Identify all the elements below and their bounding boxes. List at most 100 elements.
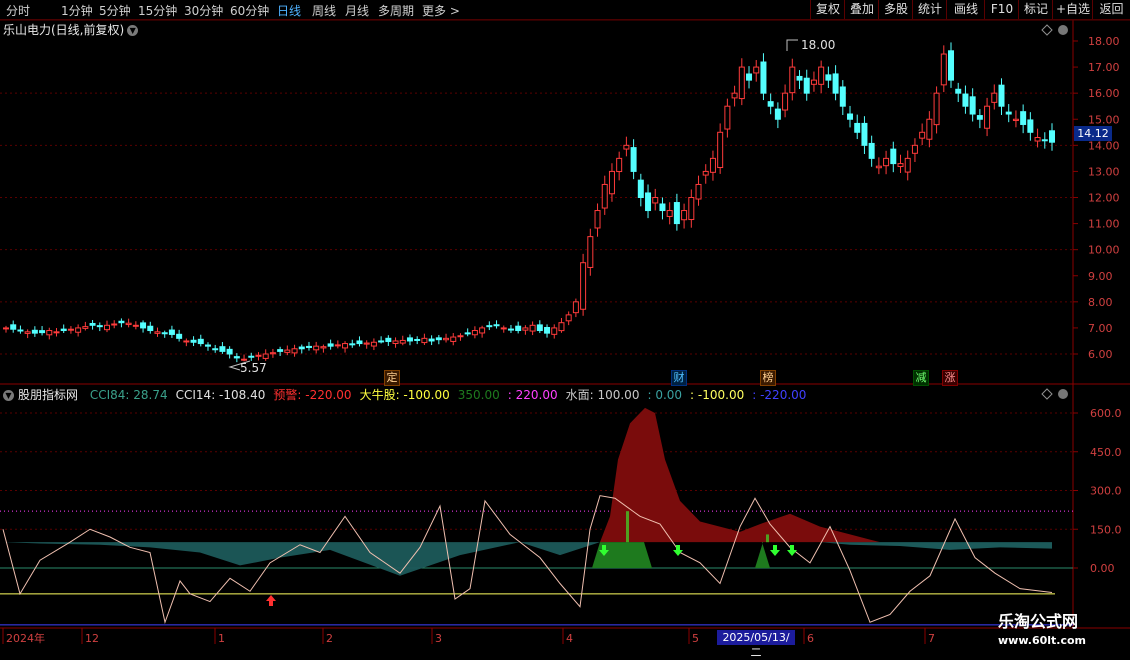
price-tick-label: 9.00 [1088, 270, 1113, 283]
candle-body [385, 337, 392, 342]
indicator-axis: 600.0 450.0 300.0 150.0 0.00 [1073, 407, 1122, 575]
candle-body [457, 335, 464, 338]
diamond-icon[interactable] [1041, 388, 1053, 400]
candle-body [753, 66, 760, 74]
candle-body [305, 345, 312, 348]
candle-body [601, 183, 608, 209]
event-marker[interactable]: 减 [913, 370, 929, 386]
candle-body [471, 330, 478, 336]
candle-body [536, 324, 543, 332]
candle-body [507, 328, 514, 331]
candle-body [948, 50, 955, 81]
event-marker[interactable]: 榜 [760, 370, 776, 386]
chevron-down-icon[interactable]: ▼ [3, 390, 14, 401]
price-tick-label: 16.00 [1088, 87, 1120, 100]
indicator-tick-label: 450.0 [1090, 446, 1122, 459]
date-tick-label: 3 [435, 632, 442, 645]
candle-body [233, 356, 240, 359]
chart-canvas: 18.0017.0016.0015.0014.0013.0012.0011.00… [0, 19, 1130, 645]
candle-body [919, 131, 926, 139]
indicator-values: CCI84: 28.74 CCI14: -108.40 预警: -220.00 大牛股… [90, 388, 815, 402]
settings-icon[interactable] [1058, 25, 1068, 35]
indicator-value: CCI84: 28.74 [89, 388, 168, 402]
candle-body [630, 147, 637, 172]
candle-body [269, 352, 276, 355]
watermark: 乐淘公式网 www.60lt.com [998, 608, 1086, 647]
candle-body [298, 346, 305, 350]
cci84-area [600, 407, 880, 543]
watermark-title: 乐淘公式网 [998, 612, 1079, 631]
event-marker[interactable]: 定 [384, 370, 400, 386]
candle-body [717, 131, 724, 169]
candle-body [111, 323, 118, 326]
candle-body [998, 84, 1005, 107]
candle-body [176, 333, 183, 339]
candle-body [681, 210, 688, 221]
candle-body [1041, 139, 1048, 142]
date-tick-label: 2024年 [6, 631, 45, 645]
indicator-value: 预警: -220.00 [273, 388, 352, 402]
candle-body [31, 329, 38, 334]
event-marker[interactable]: 财 [671, 370, 687, 386]
candle-body [183, 340, 190, 343]
price-tick-label: 13.00 [1088, 165, 1120, 178]
candle-body [558, 322, 565, 332]
price-tick-label: 6.00 [1088, 348, 1113, 361]
date-tick-label: 6 [807, 632, 814, 645]
candle-body [976, 115, 983, 120]
candle-body [695, 183, 702, 200]
candle-body [796, 75, 803, 81]
candle-body [731, 92, 738, 99]
candle-body [868, 142, 875, 159]
indicator-tick-label: 0.00 [1090, 562, 1115, 575]
candle-body [277, 349, 284, 352]
candle-body [746, 73, 753, 81]
indicator-name: 股朋指标网 [18, 388, 79, 402]
candle-body [67, 328, 74, 331]
candle-body [904, 157, 911, 173]
candle-body [1049, 130, 1055, 143]
candle-body [226, 348, 233, 355]
candle-body [1012, 118, 1019, 122]
candle-body [356, 340, 363, 345]
indicator-value: : 220.00 [507, 388, 558, 402]
diamond-icon[interactable] [1041, 24, 1053, 36]
candle-body [854, 122, 861, 133]
candle-body [284, 349, 291, 353]
candle-body [486, 325, 493, 328]
candle-body [204, 344, 211, 347]
indicator-value: 水面: 100.00 [565, 388, 640, 402]
candle-body [428, 338, 435, 342]
candle-body [875, 165, 882, 169]
candle-body [738, 66, 745, 100]
candle-body [652, 197, 659, 204]
candle-body [709, 157, 716, 173]
candle-body [39, 330, 46, 334]
candle-body [103, 324, 110, 331]
price-tick-label: 8.00 [1088, 296, 1113, 309]
candle-body [890, 148, 897, 165]
water-area [820, 542, 1052, 550]
date-tick-label: 1 [218, 632, 225, 645]
candle-body [168, 329, 175, 335]
indicator-value: : -100.00 [690, 388, 745, 402]
settings-icon[interactable] [1058, 389, 1068, 399]
candle-body [767, 101, 774, 107]
price-tick-label: 11.00 [1088, 218, 1120, 231]
candle-body [500, 327, 507, 330]
candle-body [623, 144, 630, 150]
sell-arrow-icon [673, 545, 683, 556]
indicator-value: 350.00 [457, 388, 500, 402]
candle-body [464, 332, 471, 335]
candle-body [984, 105, 991, 129]
event-marker[interactable]: 涨 [942, 370, 958, 386]
candle-body [3, 327, 9, 330]
indicator-value: : -220.00 [752, 388, 807, 402]
indicator-tick-label: 300.0 [1090, 485, 1122, 498]
candle-body [161, 332, 168, 335]
candle-body [255, 354, 262, 357]
candle-body [60, 328, 67, 332]
indicator-value: : 0.00 [647, 388, 683, 402]
candle-body [580, 262, 587, 310]
candle-body [479, 327, 486, 334]
